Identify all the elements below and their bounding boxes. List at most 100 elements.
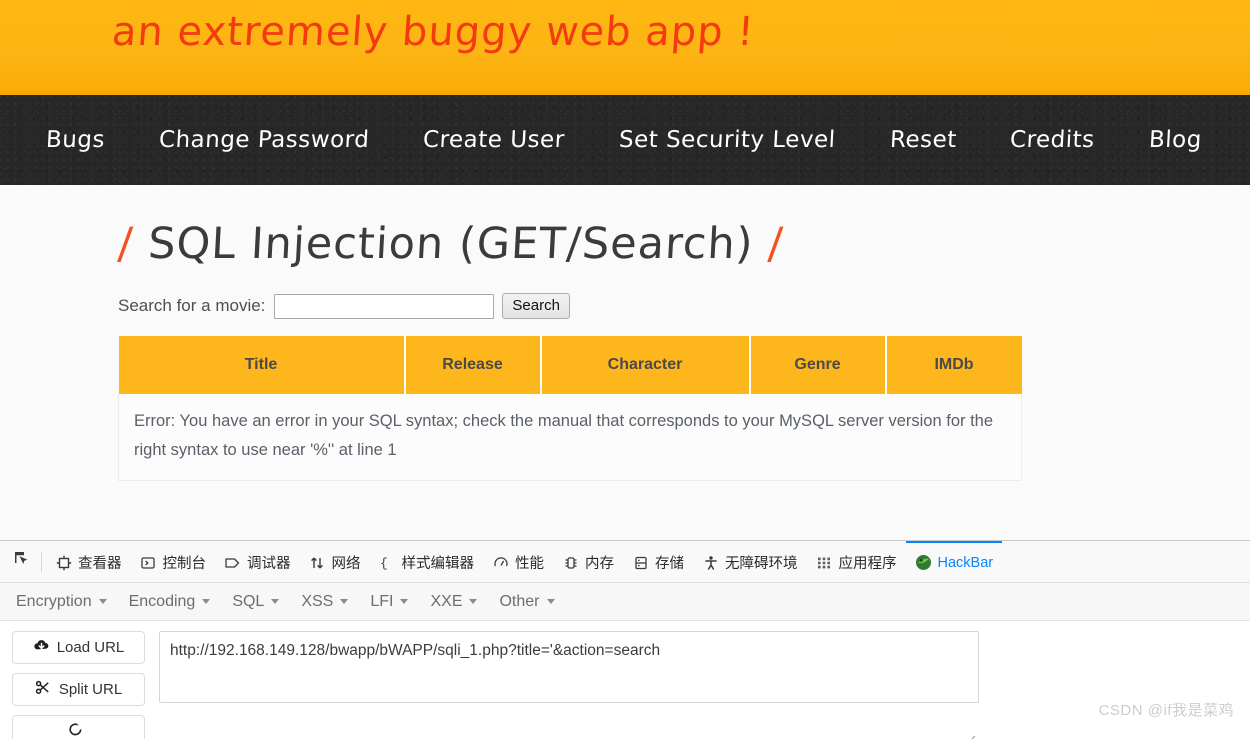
load-url-button[interactable]: Load URL [12, 631, 145, 664]
search-label: Search for a movie: [118, 296, 266, 315]
inspector-icon [55, 554, 72, 571]
devtools-tab-application[interactable]: 应用程序 [807, 541, 906, 583]
sql-error-message: Error: You have an error in your SQL syn… [118, 394, 1022, 481]
accessibility-icon [702, 554, 719, 571]
application-icon [816, 554, 833, 571]
hackbar-menu-lfi[interactable]: LFI [366, 591, 420, 613]
watermark: CSDN @if我是菜鸡 [1098, 702, 1234, 719]
devtools-tab-hackbar[interactable]: HackBar [905, 541, 1003, 583]
console-icon [140, 554, 157, 571]
button-label: Split URL [58, 681, 123, 698]
screenshot-root: an extremely buggy web app ! Bugs Change… [0, 0, 1250, 739]
hackbar-menu-sql[interactable]: SQL [228, 591, 291, 613]
devtools-tab-label: 控制台 [162, 556, 207, 572]
hackbar-menu-label: XXE [430, 592, 463, 610]
column-header-genre[interactable]: Genre [749, 336, 887, 394]
svg-text:{ }: { } [380, 556, 396, 571]
page-content: / SQL Injection (GET/Search) / Search fo… [0, 185, 1250, 481]
button-label: Load URL [56, 639, 125, 656]
devtools-tab-label: 内存 [585, 556, 614, 572]
table-row: Error: You have an error in your SQL syn… [118, 394, 1022, 481]
devtools-tab-label: 应用程序 [838, 556, 897, 572]
hackbar-menu-xss[interactable]: XSS [297, 591, 360, 613]
hackbar-menu-label: Encryption [16, 592, 92, 610]
title-slash-right: / [766, 219, 785, 269]
site-tagline: an extremely buggy web app ! [110, 9, 757, 55]
page-title-text: SQL Injection (GET/Search) [146, 219, 755, 269]
style-editor-icon: { } [379, 554, 396, 571]
nav-item-credits[interactable]: Credits [1010, 127, 1096, 153]
devtools-tab-memory[interactable]: 内存 [553, 541, 623, 583]
storage-icon [632, 554, 649, 571]
hackbar-menu-xxe[interactable]: XXE [426, 591, 489, 613]
results-table-header-row: Title Release Character Genre IMDb [118, 336, 1022, 394]
devtools-tab-label: 网络 [331, 556, 361, 572]
page-title: / SQL Injection (GET/Search) / [117, 219, 785, 269]
chevron-down-icon [546, 599, 555, 604]
nav-item-create-user[interactable]: Create User [423, 127, 566, 153]
resize-handle-icon[interactable] [964, 733, 976, 739]
scissors-icon [35, 680, 52, 699]
devtools-tab-label: 调试器 [247, 556, 291, 572]
element-picker-icon [13, 550, 31, 573]
execute-icon [67, 722, 84, 739]
element-picker-button[interactable] [4, 550, 40, 573]
devtools-panel: 查看器 控制台 调试器 网络 {样式编辑器 性能 内存 存储 无障碍环境 应用… [0, 540, 1250, 739]
title-slash-left: / [116, 219, 135, 269]
devtools-tab-console[interactable]: 控制台 [131, 541, 216, 583]
devtools-tab-label: 存储 [655, 556, 684, 572]
hackbar-menu-label: Other [499, 592, 540, 610]
column-header-release[interactable]: Release [404, 336, 542, 394]
hackbar-menu-other[interactable]: Other [495, 591, 566, 613]
devtools-tab-storage[interactable]: 存储 [623, 541, 693, 583]
chevron-down-icon [469, 599, 478, 604]
hackbar-body: Load URL Split URL [0, 621, 1250, 739]
chevron-down-icon [98, 599, 107, 604]
url-textarea[interactable] [159, 631, 979, 703]
hackbar-menu-label: SQL [232, 592, 265, 610]
hackbar-icon [915, 554, 932, 571]
column-header-character[interactable]: Character [540, 336, 751, 394]
devtools-tab-network[interactable]: 网络 [300, 541, 370, 583]
nav-item-change-password[interactable]: Change Password [158, 127, 370, 153]
chevron-down-icon [340, 599, 349, 604]
devtools-tab-label: 性能 [515, 556, 544, 572]
hackbar-menu-label: LFI [370, 592, 394, 610]
chevron-down-icon [271, 599, 280, 604]
nav-item-bugs[interactable]: Bugs [45, 127, 105, 153]
nav-item-blog[interactable]: Blog [1148, 127, 1202, 153]
devtools-tab-style-editor[interactable]: { } 样式编辑器 [370, 541, 484, 583]
hackbar-menubar: Encryption Encoding SQL XSS LFI XXE Othe… [0, 583, 1250, 621]
performance-icon [492, 554, 509, 571]
cloud-download-icon [33, 638, 50, 657]
nav-item-reset[interactable]: Reset [889, 127, 957, 153]
devtools-tab-performance[interactable]: 性能 [483, 541, 553, 583]
main-navigation: Bugs Change Password Create User Set Sec… [0, 92, 1250, 185]
devtools-tab-label: 样式编辑器 [401, 556, 475, 572]
memory-icon [562, 554, 579, 571]
search-input[interactable] [274, 293, 495, 319]
column-header-imdb[interactable]: IMDb [885, 336, 1022, 394]
network-icon [309, 554, 326, 571]
devtools-tabbar: 查看器 控制台 调试器 网络 {样式编辑器 性能 内存 存储 无障碍环境 应用… [0, 541, 1250, 583]
devtools-tab-label: HackBar [937, 554, 994, 571]
chevron-down-icon [202, 599, 211, 604]
hackbar-action-buttons: Load URL Split URL [12, 631, 145, 739]
devtools-tab-inspector[interactable]: 查看器 [46, 541, 131, 583]
devtools-tab-accessibility[interactable]: 无障碍环境 [693, 541, 807, 583]
results-table: Title Release Character Genre IMDb Error… [118, 336, 1022, 481]
split-url-button[interactable]: Split URL [12, 673, 145, 706]
search-button[interactable]: Search [502, 293, 570, 319]
devtools-tab-label: 无障碍环境 [725, 556, 798, 572]
hackbar-menu-encryption[interactable]: Encryption [12, 591, 119, 613]
execute-button[interactable] [12, 715, 145, 739]
site-banner: an extremely buggy web app ! [0, 0, 1250, 92]
hackbar-menu-encoding[interactable]: Encoding [125, 591, 223, 613]
devtools-tab-label: 查看器 [78, 556, 122, 572]
chevron-down-icon [400, 599, 409, 604]
devtools-tab-debugger[interactable]: 调试器 [215, 541, 300, 583]
column-header-title[interactable]: Title [118, 336, 406, 394]
toolbar-divider [41, 551, 42, 572]
nav-item-set-security-level[interactable]: Set Security Level [618, 127, 836, 153]
debugger-icon [224, 554, 241, 571]
